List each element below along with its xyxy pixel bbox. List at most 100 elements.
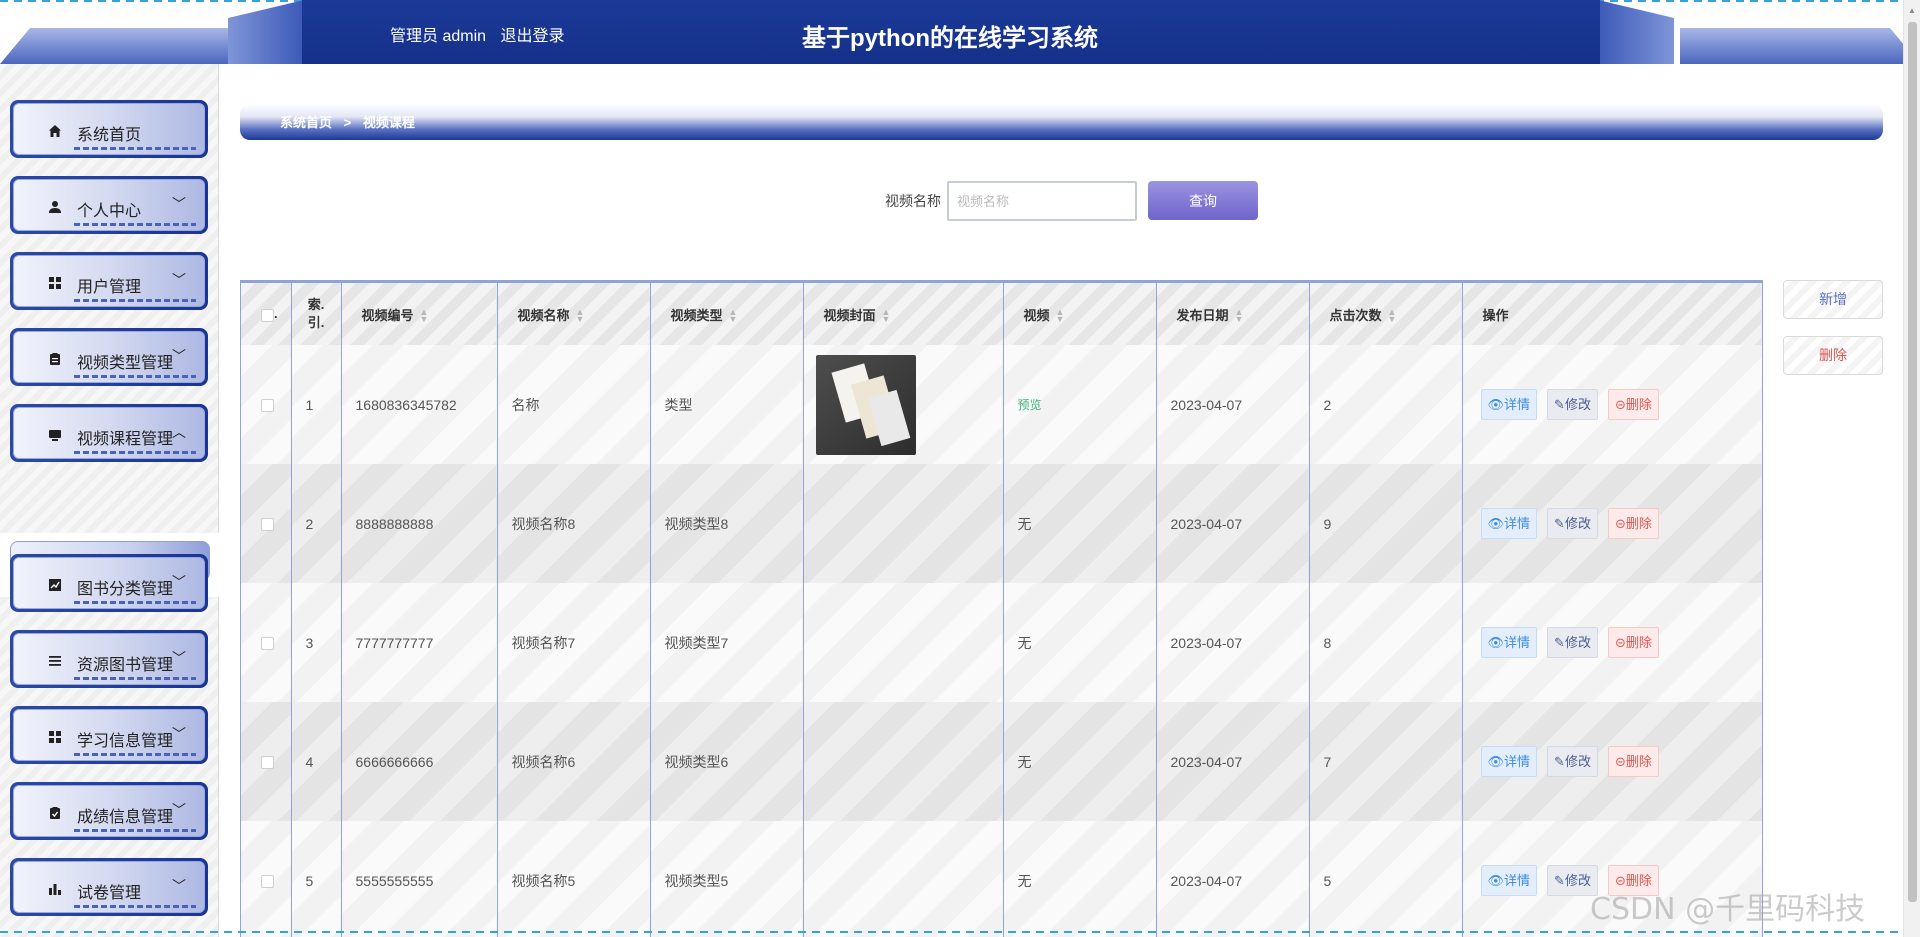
sort-icon[interactable]: ▲ ▼ xyxy=(576,308,585,324)
chevron-down-icon: ﹀ xyxy=(172,878,186,894)
row-clicks: 8 xyxy=(1309,583,1463,702)
system-title: 基于python的在线学习系统 xyxy=(802,25,1098,52)
clipboard-icon xyxy=(48,352,62,366)
row-publish-date: 2023-04-07 xyxy=(1156,821,1310,937)
sort-icon[interactable]: ▲ ▼ xyxy=(882,308,891,324)
edit-label: 修改 xyxy=(1564,516,1591,531)
clipboard-check-icon xyxy=(48,806,62,820)
page-scrollbar[interactable]: ▲ xyxy=(1903,0,1920,937)
header-right-wing xyxy=(1680,28,1920,64)
minus-circle-icon: ⊝ xyxy=(1614,754,1626,769)
sidebar-item-user-management[interactable]: 用户管理 ﹀ xyxy=(10,252,208,310)
header-left-bevel xyxy=(228,0,304,64)
sort-icon[interactable]: ▲ ▼ xyxy=(729,308,738,324)
sidebar-item-exam-paper-management[interactable]: 试卷管理 ﹀ xyxy=(10,858,208,916)
sidebar-item-score-info-management[interactable]: 成绩信息管理 ﹀ xyxy=(10,782,208,840)
row-video-type: 视频类型8 xyxy=(650,464,804,583)
add-button[interactable]: 新增 xyxy=(1783,280,1883,319)
sort-icon[interactable]: ▲ ▼ xyxy=(1388,308,1397,324)
sort-icon[interactable]: ▲ ▼ xyxy=(1056,308,1065,324)
row-index: 2 xyxy=(291,464,342,583)
video-header[interactable]: 视频 ▲ ▼ xyxy=(1003,283,1157,345)
delete-button[interactable]: ⊝删除 xyxy=(1607,508,1659,539)
scroll-up-icon[interactable]: ▲ xyxy=(1908,6,1916,15)
sidebar-item-label: 成绩信息管理 xyxy=(77,809,174,826)
watermark: CSDN @千里码科技 xyxy=(1590,892,1866,927)
eye-icon: 👁︎ xyxy=(1487,873,1505,888)
select-all-checkbox[interactable] xyxy=(261,308,274,322)
video-type-header[interactable]: 视频类型 ▲ ▼ xyxy=(650,283,804,345)
video-no-header[interactable]: 视频编号 ▲ ▼ xyxy=(341,283,498,345)
header-left-wing xyxy=(0,28,240,64)
sort-icon[interactable]: ▲ ▼ xyxy=(1235,308,1244,324)
clicks-header[interactable]: 点击次数 ▲ ▼ xyxy=(1309,283,1463,345)
row-checkbox[interactable] xyxy=(261,756,274,770)
eye-icon: 👁︎ xyxy=(1487,635,1505,650)
sidebar-item-home[interactable]: 系统首页 xyxy=(10,100,208,158)
detail-button[interactable]: 👁︎详情 xyxy=(1480,627,1538,658)
sort-icon[interactable]: ▲ ▼ xyxy=(420,308,429,324)
sidebar-item-study-info-management[interactable]: 学习信息管理 ﹀ xyxy=(10,706,208,764)
edit-button[interactable]: ✎修改 xyxy=(1547,508,1598,539)
chevron-down-icon: ﹀ xyxy=(172,196,186,212)
sidebar-item-resource-book-management[interactable]: 资源图书管理 ﹀ xyxy=(10,630,208,688)
video-name-header[interactable]: 视频名称 ▲ ▼ xyxy=(497,283,651,345)
sidebar-item-label: 视频类型管理 xyxy=(77,355,174,372)
clicks-header-label: 点击次数 xyxy=(1329,307,1382,323)
video-none-text: 无 xyxy=(1017,515,1032,532)
row-cover xyxy=(803,345,1004,464)
row-publish-date: 2023-04-07 xyxy=(1156,583,1310,702)
batch-delete-button[interactable]: 删除 xyxy=(1783,336,1883,375)
row-checkbox[interactable] xyxy=(261,399,274,413)
user-info: 管理员 admin 退出登录 xyxy=(390,22,575,46)
sidebar-item-label: 资源图书管理 xyxy=(77,657,174,674)
edit-button[interactable]: ✎修改 xyxy=(1547,627,1598,658)
edit-label: 修改 xyxy=(1564,754,1591,769)
detail-button[interactable]: 👁︎详情 xyxy=(1480,508,1538,539)
cover-header[interactable]: 视频封面 ▲ ▼ xyxy=(803,283,1004,345)
detail-button[interactable]: 👁︎详情 xyxy=(1480,746,1538,777)
top-header: 管理员 admin 退出登录 基于python的在线学习系统 xyxy=(0,0,1920,64)
logout-link[interactable]: 退出登录 xyxy=(500,28,564,45)
row-video-cell: 无 xyxy=(1003,583,1157,702)
detail-label: 详情 xyxy=(1504,635,1531,650)
sidebar-item-book-category-management[interactable]: 图书分类管理 ﹀ xyxy=(10,554,208,612)
row-clicks: 5 xyxy=(1309,821,1463,937)
row-video-cell: 预览 xyxy=(1003,345,1157,464)
row-video-name: 名称 xyxy=(497,345,651,464)
row-select-cell xyxy=(241,821,292,937)
detail-button[interactable]: 👁︎详情 xyxy=(1480,389,1538,420)
detail-button[interactable]: 👁︎详情 xyxy=(1480,865,1538,896)
row-video-type: 视频类型5 xyxy=(650,821,804,937)
sidebar-item-personal-center[interactable]: 个人中心 ﹀ xyxy=(10,176,208,234)
row-video-name: 视频名称8 xyxy=(497,464,651,583)
delete-button[interactable]: ⊝删除 xyxy=(1607,746,1659,777)
video-preview-link[interactable]: 预览 xyxy=(1018,398,1042,412)
sidebar-item-video-type-management[interactable]: 视频类型管理 ﹀ xyxy=(10,328,208,386)
pencil-icon: ✎ xyxy=(1554,754,1565,769)
publish-date-header[interactable]: 发布日期 ▲ ▼ xyxy=(1156,283,1310,345)
table-row: 2 8888888888 视频名称8 视频类型8 无 2023-04-07 9 👁︎详情 ✎修改… xyxy=(241,464,1762,583)
breadcrumb-home-link[interactable]: 系统首页 xyxy=(280,115,332,130)
row-video-type: 视频类型7 xyxy=(650,583,804,702)
row-video-type: 类型 xyxy=(650,345,804,464)
row-checkbox[interactable] xyxy=(261,637,274,651)
row-video-cell: 无 xyxy=(1003,821,1157,937)
detail-label: 详情 xyxy=(1504,873,1531,888)
grid-icon xyxy=(48,730,62,744)
scrollbar-thumb[interactable] xyxy=(1908,22,1917,902)
row-index: 4 xyxy=(291,702,342,821)
search-input[interactable] xyxy=(947,181,1137,221)
ops-header: 操作 xyxy=(1462,283,1762,345)
row-checkbox[interactable] xyxy=(261,875,274,889)
chevron-up-icon: ︿ xyxy=(172,424,186,440)
table-row: 4 6666666666 视频名称6 视频类型6 无 2023-04-07 7 👁︎详情 ✎修改… xyxy=(241,702,1762,821)
video-cover-image[interactable] xyxy=(815,354,916,455)
edit-button[interactable]: ✎修改 xyxy=(1547,746,1598,777)
edit-button[interactable]: ✎修改 xyxy=(1547,389,1598,420)
delete-button[interactable]: ⊝删除 xyxy=(1607,627,1659,658)
search-button[interactable]: 查询 xyxy=(1148,181,1258,220)
row-checkbox[interactable] xyxy=(261,518,274,532)
sidebar-item-video-course-management[interactable]: 视频课程管理 ︿ xyxy=(10,404,208,462)
delete-button[interactable]: ⊝删除 xyxy=(1607,389,1659,420)
